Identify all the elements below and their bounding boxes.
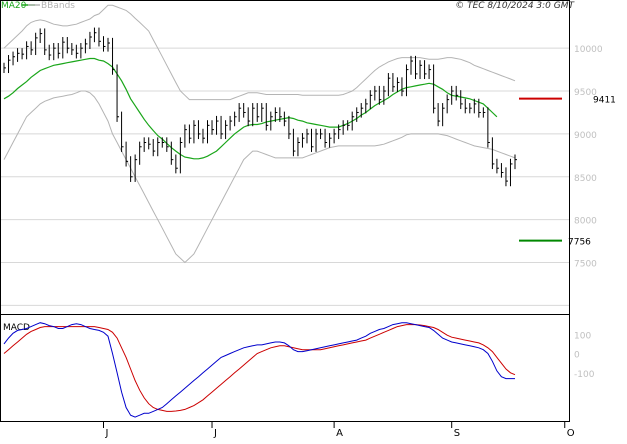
- x-tick-label: S: [454, 428, 460, 439]
- price-tick-label: 8500: [574, 174, 597, 184]
- price-tick-label: 7500: [574, 260, 597, 270]
- price-tick-label: 9000: [574, 131, 597, 141]
- support-label: 7756: [568, 238, 591, 248]
- x-tick-label: J: [104, 428, 108, 439]
- ma-legend-label: MA20: [1, 1, 27, 11]
- stock-chart: MA20 BBands © TEC 8/10/2024 3:0 GMT MACD…: [0, 0, 627, 440]
- x-tick-label: O: [567, 428, 575, 439]
- price-tick-label: 10000: [574, 45, 603, 55]
- x-tick-label: J: [213, 428, 217, 439]
- price-tick-label: 9500: [574, 88, 597, 98]
- price-tick-label: 8000: [574, 217, 597, 227]
- x-tick-label: A: [336, 428, 343, 439]
- macd-tick-label: 0: [574, 351, 580, 361]
- copyright-text: © TEC 8/10/2024 3:0 GMT: [455, 1, 575, 11]
- bb-legend-label: BBands: [41, 1, 75, 11]
- chart-canvas: MA20 BBands © TEC 8/10/2024 3:0 GMT MACD…: [0, 0, 616, 439]
- macd-panel-frame: [0, 314, 570, 422]
- macd-tick-label: 100: [574, 331, 591, 341]
- macd-tick-label: -100: [574, 370, 595, 380]
